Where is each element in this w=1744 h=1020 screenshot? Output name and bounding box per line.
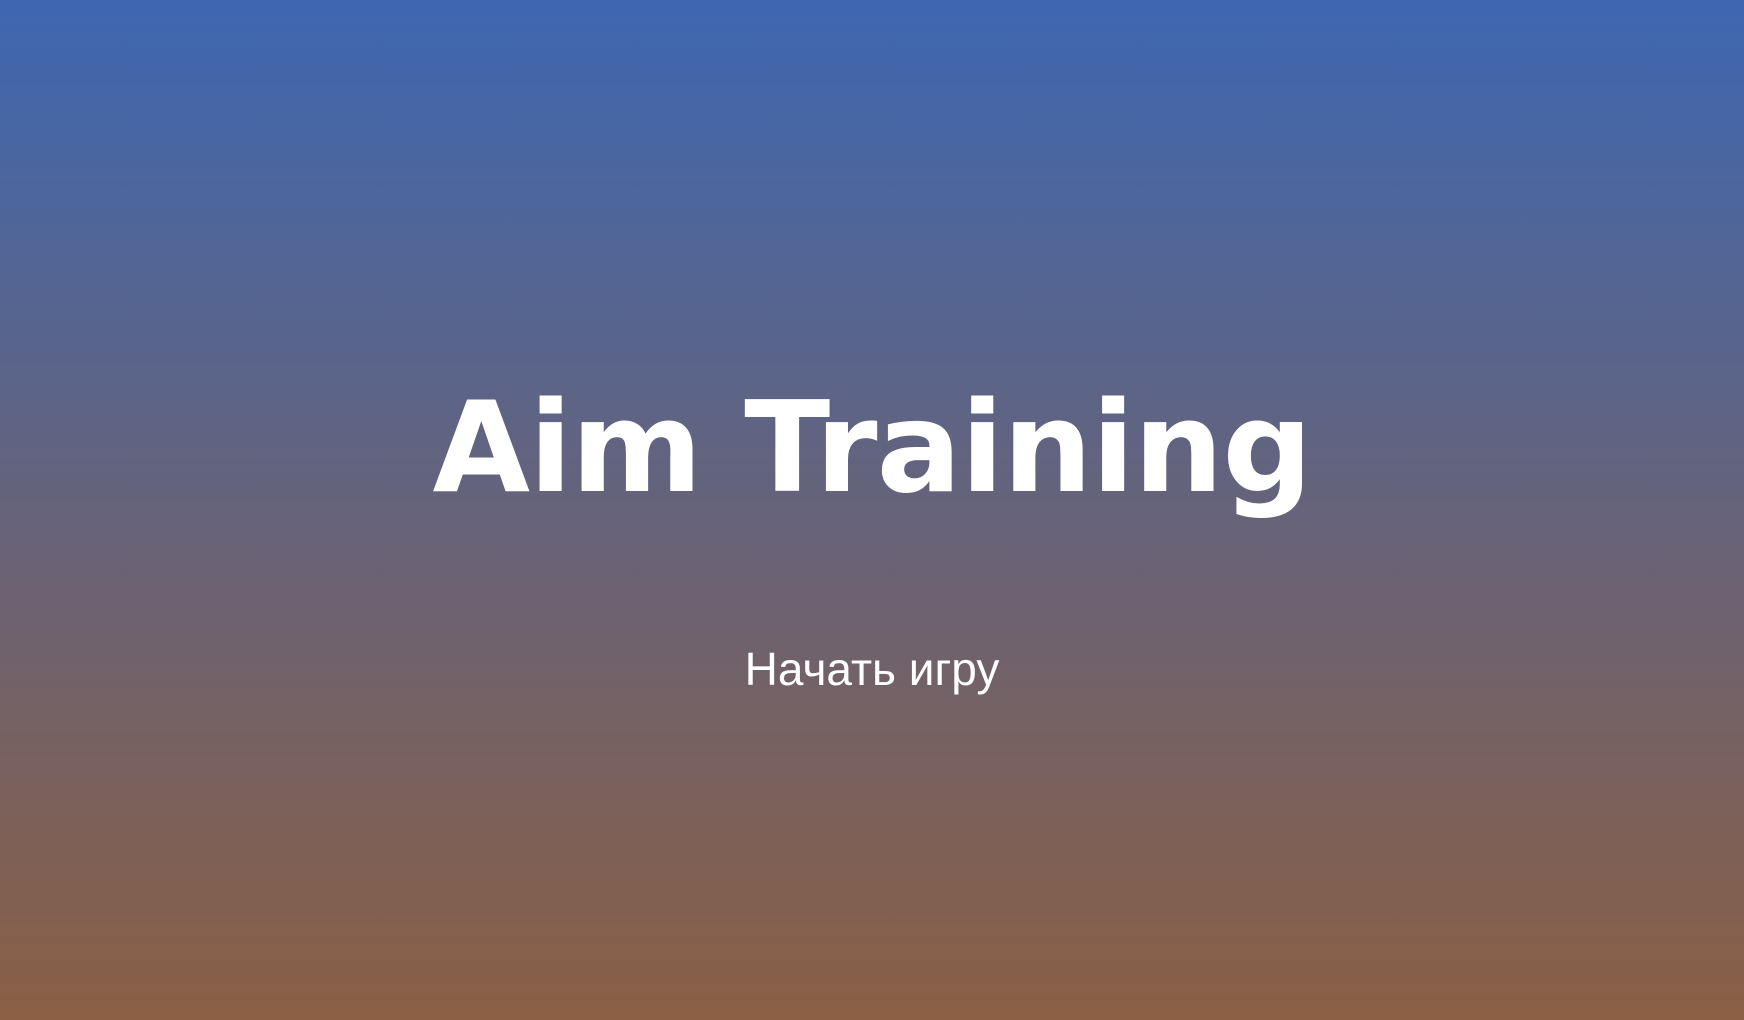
game-title: Aim Training [432, 374, 1312, 521]
start-button-row: Начать игру [0, 633, 1744, 705]
start-screen: Aim Training Начать игру [0, 0, 1744, 1020]
start-game-button[interactable]: Начать игру [733, 633, 1012, 705]
